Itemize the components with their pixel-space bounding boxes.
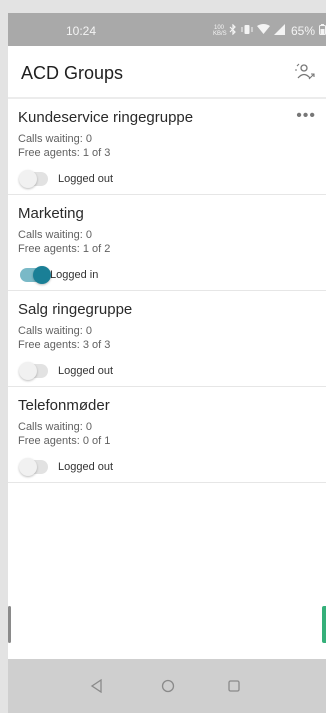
group-name: Salg ringegruppe xyxy=(18,301,133,318)
battery-icon xyxy=(319,24,326,38)
status-time: 10:24 xyxy=(66,24,97,38)
login-toggle-row: Logged out xyxy=(19,458,114,476)
status-icons: 100 KB/S 65% xyxy=(213,23,326,38)
vibrate-icon xyxy=(241,24,253,38)
wifi-icon xyxy=(257,24,270,38)
signal-icon xyxy=(274,24,285,38)
login-toggle[interactable] xyxy=(20,266,51,284)
app-screen: 10:24 100 KB/S 65% ACD Groups Kundeservi… xyxy=(8,13,326,713)
home-icon[interactable] xyxy=(156,674,180,698)
login-status: Logged out xyxy=(58,461,114,473)
calls-waiting: Calls waiting: 0 xyxy=(18,133,92,145)
login-status: Logged out xyxy=(58,365,114,377)
system-nav-bar xyxy=(8,659,326,713)
group-item[interactable]: Kundeservice ringegruppe ••• Calls waiti… xyxy=(8,99,326,195)
login-status: Logged out xyxy=(58,173,114,185)
login-toggle-row: Logged out xyxy=(19,362,114,380)
calls-waiting: Calls waiting: 0 xyxy=(18,325,92,337)
group-item[interactable]: Salg ringegruppe Calls waiting: 0 Free a… xyxy=(8,291,326,387)
group-name: Telefonmøder xyxy=(18,397,110,414)
toggle-knob xyxy=(19,170,37,188)
group-item[interactable]: Marketing Calls waiting: 0 Free agents: … xyxy=(8,195,326,291)
recents-icon[interactable] xyxy=(222,674,246,698)
back-icon[interactable] xyxy=(85,674,109,698)
page-title: ACD Groups xyxy=(21,63,124,83)
toggle-knob xyxy=(19,458,37,476)
login-toggle[interactable] xyxy=(19,170,48,188)
network-speed: 100 KB/S xyxy=(213,25,227,37)
login-toggle[interactable] xyxy=(19,458,48,476)
battery-level: 65% xyxy=(291,24,316,38)
edge-handle-right[interactable] xyxy=(322,606,326,643)
group-name: Marketing xyxy=(18,205,84,222)
login-toggle-row: Logged in xyxy=(20,266,99,284)
free-agents: Free agents: 0 of 1 xyxy=(18,435,111,447)
group-item[interactable]: Telefonmøder Calls waiting: 0 Free agent… xyxy=(8,387,326,483)
calls-waiting: Calls waiting: 0 xyxy=(18,421,92,433)
more-options-icon[interactable]: ••• xyxy=(296,107,316,125)
toggle-knob xyxy=(33,266,51,284)
toggle-knob xyxy=(19,362,37,380)
free-agents: Free agents: 1 of 2 xyxy=(18,243,111,255)
app-header: ACD Groups xyxy=(8,46,326,99)
free-agents: Free agents: 3 of 3 xyxy=(18,339,111,351)
agent-status-icon[interactable] xyxy=(294,61,316,83)
bluetooth-icon xyxy=(229,23,237,38)
status-bar: 10:24 100 KB/S 65% xyxy=(8,13,326,46)
calls-waiting: Calls waiting: 0 xyxy=(18,229,92,241)
login-toggle-row: Logged out xyxy=(19,170,114,188)
group-name: Kundeservice ringegruppe xyxy=(18,109,194,126)
login-toggle[interactable] xyxy=(19,362,48,380)
login-status: Logged in xyxy=(50,269,99,281)
edge-handle-left[interactable] xyxy=(8,606,11,643)
free-agents: Free agents: 1 of 3 xyxy=(18,147,111,159)
